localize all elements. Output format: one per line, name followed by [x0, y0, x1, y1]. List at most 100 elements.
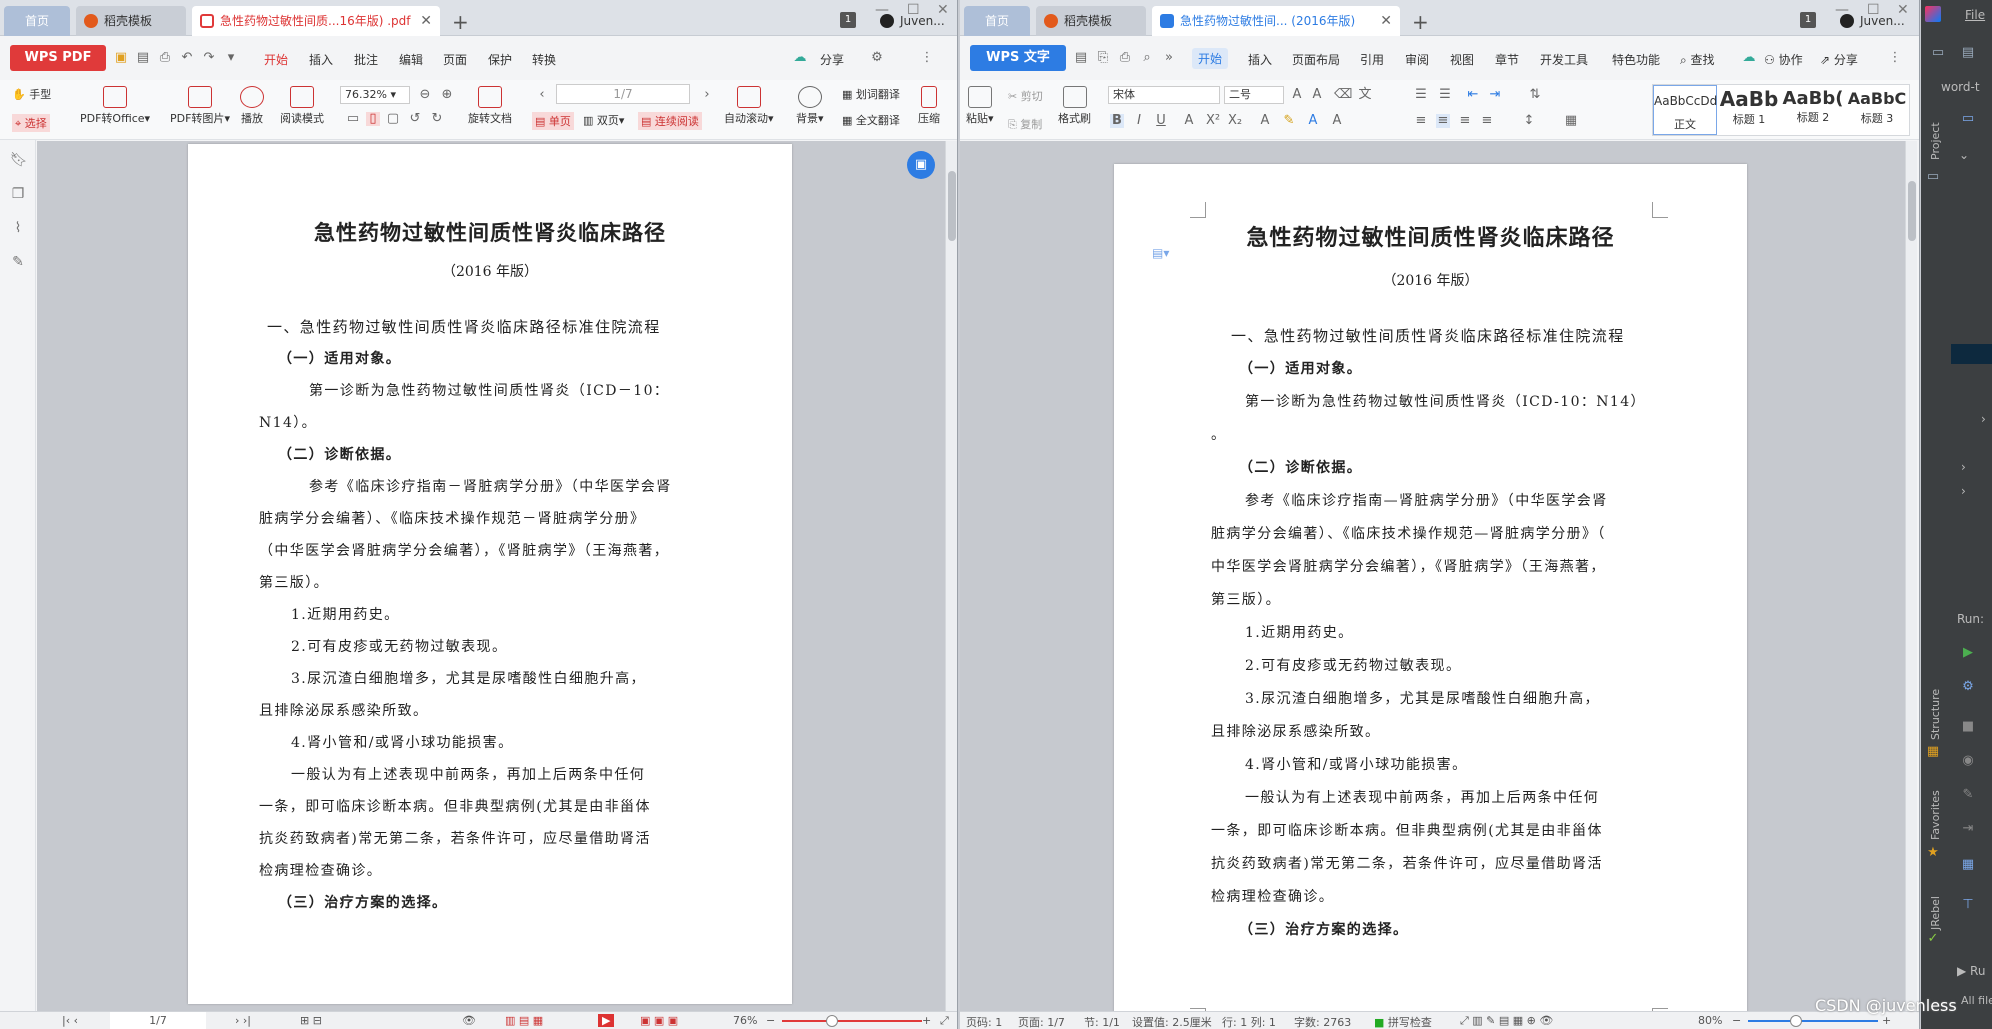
- attachment-icon[interactable]: ⌇: [10, 220, 26, 236]
- preview-icon[interactable]: ⌕: [1140, 51, 1154, 65]
- share-button[interactable]: ⇗ 分享: [1820, 51, 1858, 68]
- project-icon[interactable]: ▭: [1926, 170, 1940, 184]
- last-page-icon[interactable]: › ›|: [235, 1014, 251, 1027]
- menu-convert[interactable]: 转换: [532, 51, 556, 68]
- scroll-thumb[interactable]: [948, 171, 956, 241]
- background-button[interactable]: 背景▾: [796, 86, 824, 126]
- writer-scrollbar[interactable]: [1905, 141, 1917, 1011]
- pin-icon[interactable]: ✎: [1961, 788, 1975, 802]
- layout-icon[interactable]: ▦: [1961, 858, 1975, 872]
- save-icon[interactable]: ▤: [136, 51, 150, 65]
- status-pages[interactable]: 页面: 1/7: [1018, 1014, 1065, 1029]
- status-page-input[interactable]: 1/7: [110, 1012, 206, 1029]
- jrebel-tool-tab[interactable]: JRebel: [1929, 896, 1942, 930]
- tab-template[interactable]: 稻壳模板: [1036, 6, 1146, 36]
- sort-icon[interactable]: ⇅: [1528, 88, 1542, 102]
- next-page-icon[interactable]: ›: [700, 88, 714, 102]
- zoom-slider-handle[interactable]: [826, 1015, 838, 1027]
- menu-page[interactable]: 页面: [443, 51, 467, 68]
- paste-button[interactable]: 粘贴▾: [966, 86, 994, 126]
- status-tools[interactable]: ⊞ ⊟: [300, 1014, 322, 1027]
- clear-format-icon[interactable]: ⌫: [1334, 88, 1352, 102]
- style-normal[interactable]: AaBbCcDd 正文: [1653, 85, 1717, 135]
- structure-tool-tab[interactable]: Structure: [1929, 689, 1942, 740]
- folder-tree-icon[interactable]: ▭: [1961, 112, 1975, 126]
- bullets-icon[interactable]: ☰: [1414, 88, 1428, 102]
- continuous-read-button[interactable]: ▤ 连续阅读: [638, 112, 702, 130]
- menu-insert[interactable]: 插入: [309, 51, 333, 68]
- share-button[interactable]: 分享: [820, 51, 844, 68]
- menu-home[interactable]: 开始: [264, 51, 288, 68]
- text-effect-icon[interactable]: A: [1258, 114, 1272, 128]
- pdf-scrollbar[interactable]: [945, 141, 957, 1011]
- char-shading-icon[interactable]: A: [1330, 114, 1344, 128]
- tab-template[interactable]: 稻壳模板: [76, 6, 186, 36]
- zoom-slider[interactable]: [1748, 1020, 1878, 1022]
- wps-pdf-app-button[interactable]: WPS PDF: [10, 45, 106, 71]
- tab-home[interactable]: 首页: [964, 6, 1030, 36]
- menu-view[interactable]: 视图: [1450, 51, 1474, 68]
- structure-icon[interactable]: ▦: [1926, 745, 1940, 759]
- zoom-slider-handle[interactable]: [1790, 1015, 1802, 1027]
- copy-button[interactable]: ⎘ 复制: [1008, 116, 1042, 132]
- align-center-icon[interactable]: ≡: [1436, 114, 1450, 128]
- tree-expand[interactable]: ›: [1981, 412, 1986, 426]
- star-icon[interactable]: ★: [1926, 846, 1940, 860]
- close-tab-icon[interactable]: ✕: [1380, 6, 1392, 36]
- wps-writer-app-button[interactable]: WPS 文字: [970, 45, 1066, 71]
- folder-icon[interactable]: ▭: [1931, 46, 1945, 60]
- cloud-icon[interactable]: ☁: [1742, 51, 1756, 65]
- line-spacing-icon[interactable]: ↕: [1522, 114, 1536, 128]
- underline-icon[interactable]: U: [1154, 114, 1168, 128]
- prev-page-icon[interactable]: ‹: [535, 88, 549, 102]
- menu-review[interactable]: 审阅: [1405, 51, 1429, 68]
- cut-button[interactable]: ✂ 剪切: [1008, 88, 1043, 104]
- jrebel-icon[interactable]: ✓: [1926, 932, 1940, 946]
- outdent-icon[interactable]: ⇥: [1488, 88, 1502, 102]
- single-page-button[interactable]: ▤ 单页: [532, 112, 574, 130]
- superscript-icon[interactable]: X²: [1206, 114, 1220, 128]
- zoom-select[interactable]: 76.32% ▾: [340, 86, 410, 104]
- compress-button[interactable]: 压缩: [918, 86, 940, 126]
- maximize-icon[interactable]: ☐: [907, 2, 920, 18]
- eye-icon[interactable]: 👁︎: [462, 1014, 476, 1027]
- hand-tool[interactable]: ✋ 手型: [12, 86, 51, 102]
- thumbnail-icon[interactable]: ❐: [10, 186, 26, 202]
- pdf-to-office-button[interactable]: PDF转Office▾: [80, 86, 150, 126]
- collab-button[interactable]: ⚇ 协作: [1764, 51, 1803, 68]
- undo-icon[interactable]: ↶: [180, 51, 194, 65]
- status-spell[interactable]: ■ 拼写检查: [1374, 1014, 1432, 1029]
- project-name[interactable]: word-t: [1941, 80, 1980, 94]
- search-button[interactable]: ⌕ 查找: [1680, 51, 1715, 68]
- bold-icon[interactable]: B: [1110, 114, 1124, 128]
- menu-annotate[interactable]: 批注: [354, 51, 378, 68]
- double-page-button[interactable]: ▥ 双页▾: [583, 112, 624, 128]
- play-button[interactable]: 播放: [240, 86, 264, 126]
- highlight-icon[interactable]: ✎: [1282, 114, 1296, 128]
- numbering-icon[interactable]: ☰: [1438, 88, 1452, 102]
- menu-references[interactable]: 引用: [1360, 51, 1384, 68]
- style-heading2[interactable]: AaBb( 标题 2: [1781, 85, 1845, 135]
- shading-icon[interactable]: ▦: [1564, 114, 1578, 128]
- fit-icons[interactable]: ▣ ▣ ▣: [640, 1014, 678, 1027]
- menu-features[interactable]: 特色功能: [1612, 51, 1660, 68]
- scroll-thumb[interactable]: [1908, 181, 1916, 241]
- menu-home[interactable]: 开始: [1192, 48, 1229, 69]
- save-icon[interactable]: ▤: [1074, 51, 1088, 65]
- run-icon[interactable]: ▶: [1961, 646, 1975, 660]
- align-left-icon[interactable]: ≡: [1414, 114, 1428, 128]
- more-menu-icon[interactable]: ⋮: [920, 51, 934, 65]
- align-right-icon[interactable]: ≡: [1458, 114, 1472, 128]
- cloud-icon[interactable]: ☁: [793, 51, 807, 65]
- close-tab-icon[interactable]: ✕: [420, 6, 432, 36]
- camera-icon[interactable]: ◉: [1961, 754, 1975, 768]
- maximize-icon[interactable]: ☐: [1867, 2, 1880, 18]
- style-heading1[interactable]: AaBb 标题 1: [1717, 85, 1781, 135]
- new-tab-icon[interactable]: +: [452, 10, 469, 34]
- format-painter-button[interactable]: 格式刷: [1058, 86, 1091, 126]
- tab-pdf-document[interactable]: 急性药物过敏性间质...16年版) .pdf ✕: [192, 6, 440, 36]
- ide-menu-file[interactable]: File: [1965, 8, 1985, 22]
- rotate-left-icon[interactable]: ↺: [408, 112, 422, 126]
- first-page-icon[interactable]: |‹ ‹: [62, 1014, 78, 1027]
- full-translate-button[interactable]: ▦ 全文翻译: [842, 112, 900, 128]
